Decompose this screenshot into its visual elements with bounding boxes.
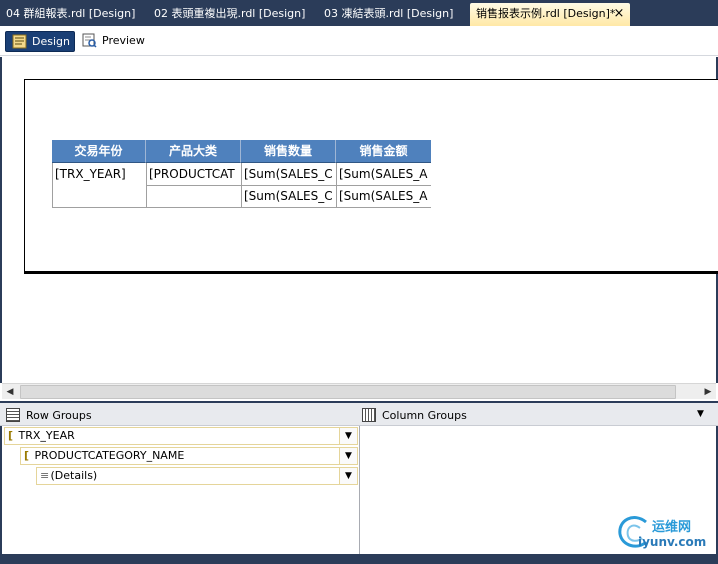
tablix-table[interactable]: 交易年份 产品大类 销售数量 销售金额 [TRX_YEAR] [PRODUCTC… xyxy=(52,140,431,208)
design-icon xyxy=(12,34,27,49)
grouping-pane-header: Row Groups Column Groups ▼ xyxy=(0,401,718,426)
scroll-left-arrow-icon[interactable]: ◀ xyxy=(2,384,18,400)
cell-sum-amount[interactable]: [Sum(SALES_A xyxy=(336,164,431,184)
row-group-details[interactable]: ≡ (Details) ▼ xyxy=(36,467,358,485)
row-group-label: TRX_YEAR xyxy=(18,429,75,442)
cell-trx-year[interactable]: [TRX_YEAR] xyxy=(52,164,146,184)
watermark-logo: 运维网 iyunv.com xyxy=(616,514,716,554)
scroll-right-arrow-icon[interactable]: ▶ xyxy=(700,384,716,400)
row-groups-icon xyxy=(6,408,20,422)
pane-divider[interactable] xyxy=(359,426,360,554)
document-tab-strip: 04 群組報表.rdl [Design] 02 表頭重複出現.rdl [Desi… xyxy=(0,0,718,26)
row-groups-header[interactable]: Row Groups xyxy=(2,407,92,424)
tab-03-freeze-header[interactable]: 03 凍結表頭.rdl [Design] xyxy=(318,3,468,26)
cell-subtotal-amount[interactable]: [Sum(SALES_A xyxy=(336,186,431,206)
tab-label: 03 凍結表頭.rdl [Design] xyxy=(324,7,454,20)
tab-label: 04 群組報表.rdl [Design] xyxy=(6,7,136,20)
header-cell-year[interactable]: 交易年份 xyxy=(52,140,146,163)
cell-sum-quantity[interactable]: [Sum(SALES_C xyxy=(241,164,336,184)
chevron-down-icon[interactable]: ▼ xyxy=(339,468,357,484)
watermark-title: 运维网 xyxy=(652,520,692,535)
row-group-label: PRODUCTCATEGORY_NAME xyxy=(34,449,185,462)
view-toolbar: Design Preview xyxy=(0,26,718,56)
column-groups-header[interactable]: Column Groups xyxy=(358,407,467,424)
column-groups-icon xyxy=(362,408,376,422)
row-groups-title: Row Groups xyxy=(26,409,92,422)
grid-line xyxy=(52,207,431,208)
design-view-label: Design xyxy=(32,35,70,48)
close-icon[interactable]: × xyxy=(611,6,627,22)
tab-04-group-report[interactable]: 04 群組報表.rdl [Design] xyxy=(0,3,148,26)
scrollbar-thumb[interactable] xyxy=(20,385,676,399)
group-bracket-icon: [ xyxy=(8,429,14,442)
tab-label: 销售报表示例.rdl [Design]* xyxy=(476,7,616,20)
watermark-url: iyunv.com xyxy=(638,535,707,549)
cell-subtotal-quantity[interactable]: [Sum(SALES_C xyxy=(241,186,336,206)
cell-product-category[interactable]: [PRODUCTCAT xyxy=(146,164,241,184)
chevron-down-icon[interactable]: ▼ xyxy=(697,409,704,419)
tab-sales-report-sample[interactable]: 销售报表示例.rdl [Design]* × xyxy=(470,3,630,26)
preview-icon xyxy=(82,33,97,48)
details-lines-icon: ≡ xyxy=(40,469,50,482)
header-cell-quantity[interactable]: 销售数量 xyxy=(241,140,336,163)
grouping-pane: [ TRX_YEAR ▼ [ PRODUCTCATEGORY_NAME ▼ ≡ … xyxy=(0,426,718,564)
horizontal-scrollbar[interactable]: ◀ ▶ xyxy=(2,383,716,399)
header-cell-amount[interactable]: 销售金额 xyxy=(336,140,431,163)
chevron-down-icon[interactable]: ▼ xyxy=(339,428,357,444)
tab-label: 02 表頭重複出現.rdl [Design] xyxy=(154,7,306,20)
design-view-button[interactable]: Design xyxy=(5,31,75,52)
grid-line xyxy=(146,185,431,186)
tab-02-repeat-header[interactable]: 02 表頭重複出現.rdl [Design] xyxy=(148,3,318,26)
preview-view-label: Preview xyxy=(102,34,145,47)
report-body[interactable]: 交易年份 产品大类 销售数量 销售金额 [TRX_YEAR] [PRODUCTC… xyxy=(24,79,718,274)
row-group-trx-year[interactable]: [ TRX_YEAR ▼ xyxy=(4,427,358,445)
column-groups-title: Column Groups xyxy=(382,409,467,422)
window-bottom-border xyxy=(0,554,718,564)
grid-line xyxy=(52,163,53,208)
report-design-surface[interactable]: 交易年份 产品大类 销售数量 销售金额 [TRX_YEAR] [PRODUCTC… xyxy=(0,57,718,383)
chevron-down-icon[interactable]: ▼ xyxy=(339,448,357,464)
header-cell-category[interactable]: 产品大类 xyxy=(146,140,241,163)
group-bracket-icon: [ xyxy=(24,449,30,462)
row-group-productcategory-name[interactable]: [ PRODUCTCATEGORY_NAME ▼ xyxy=(20,447,358,465)
preview-view-button[interactable]: Preview xyxy=(76,31,148,52)
row-group-label: (Details) xyxy=(50,469,98,482)
